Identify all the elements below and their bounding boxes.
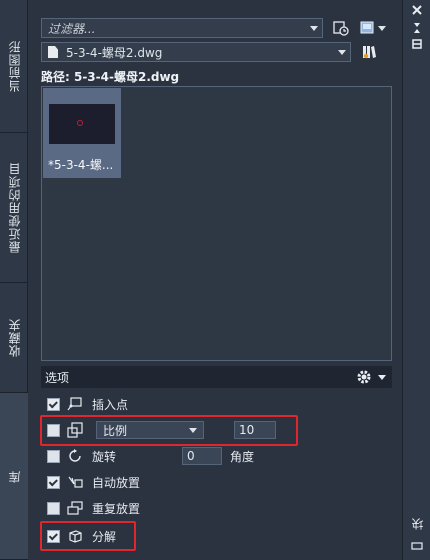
right-title-strip: 块 bbox=[402, 0, 430, 560]
path-label: 路径: 5-3-4-螺母2.dwg bbox=[41, 70, 180, 84]
auto-place-checkbox[interactable] bbox=[47, 475, 60, 489]
options-area: 插入点 比例 10 旋转 0 角度 自动放置 重复放置 分解 bbox=[40, 388, 392, 553]
rotation-value: 0 bbox=[187, 449, 195, 463]
file-select[interactable]: 5-3-4-螺母2.dwg bbox=[41, 42, 351, 62]
tab-library-label: 库 bbox=[7, 469, 22, 483]
load-file-icon[interactable] bbox=[331, 18, 351, 38]
block-preview-image bbox=[49, 104, 115, 144]
rotation-row: 旋转 0 角度 bbox=[47, 446, 254, 466]
chevron-down-icon bbox=[338, 50, 346, 55]
filter-input[interactable]: 过滤器... bbox=[41, 18, 323, 38]
auto-hide-icon[interactable] bbox=[410, 22, 424, 36]
scale-highlight-box bbox=[40, 415, 298, 446]
browse-library-icon[interactable] bbox=[359, 42, 379, 62]
grip-icon[interactable] bbox=[410, 540, 424, 554]
rotation-checkbox[interactable] bbox=[47, 449, 60, 463]
nut-symbol-icon bbox=[77, 120, 83, 126]
repeat-place-row: 重复放置 bbox=[47, 498, 140, 518]
rotation-unit: 角度 bbox=[230, 449, 255, 464]
repeat-place-checkbox[interactable] bbox=[47, 501, 60, 515]
insertion-point-row: 插入点 bbox=[47, 394, 128, 414]
insertion-point-icon bbox=[66, 396, 84, 412]
block-thumbnail-label: *5-3-4-螺... bbox=[48, 158, 114, 172]
block-thumbnail[interactable]: *5-3-4-螺... bbox=[43, 88, 121, 178]
block-gallery: *5-3-4-螺... bbox=[41, 86, 392, 361]
filter-placeholder: 过滤器... bbox=[48, 21, 96, 36]
file-select-value: 5-3-4-螺母2.dwg bbox=[66, 45, 163, 60]
repeat-place-icon bbox=[66, 500, 84, 516]
tab-library[interactable]: 库 bbox=[0, 393, 28, 560]
close-icon[interactable] bbox=[410, 4, 424, 18]
options-title: 选项 bbox=[45, 370, 70, 385]
tab-current-drawing[interactable]: 当前图形 bbox=[0, 0, 28, 133]
repeat-place-label: 重复放置 bbox=[92, 501, 141, 516]
chevron-down-icon bbox=[378, 374, 386, 380]
tab-recent-items[interactable]: 最近使用的项目 bbox=[0, 133, 28, 283]
options-header: 选项 bbox=[41, 366, 392, 388]
blocks-panel: 过滤器... 5-3-4-螺母2.dwg 路径: 5-3-4-螺母2.dwg *… bbox=[33, 8, 393, 553]
properties-icon[interactable] bbox=[410, 38, 424, 52]
left-tab-strip: 当前图形 最近使用的项目 收藏夹 库 bbox=[0, 0, 28, 560]
options-settings-button[interactable] bbox=[356, 369, 386, 385]
explode-highlight-box bbox=[40, 521, 136, 551]
tab-favorites-label: 收藏夹 bbox=[7, 318, 22, 357]
auto-place-label: 自动放置 bbox=[92, 475, 141, 490]
auto-place-row: 自动放置 bbox=[47, 472, 140, 492]
view-thumbnail-icon[interactable] bbox=[359, 18, 389, 38]
insertion-point-label: 插入点 bbox=[92, 397, 129, 412]
rotation-label: 旋转 bbox=[92, 449, 117, 464]
insertion-point-checkbox[interactable] bbox=[47, 397, 60, 411]
rotation-value-input[interactable]: 0 bbox=[182, 447, 222, 465]
tab-current-drawing-label: 当前图形 bbox=[7, 40, 22, 92]
chevron-down-icon bbox=[310, 26, 318, 31]
file-icon bbox=[48, 46, 58, 58]
tab-favorites[interactable]: 收藏夹 bbox=[0, 283, 28, 393]
auto-place-icon bbox=[66, 474, 84, 490]
palette-title: 块 bbox=[411, 518, 425, 530]
gear-icon bbox=[357, 370, 371, 384]
rotation-icon bbox=[66, 448, 84, 464]
tab-recent-items-label: 最近使用的项目 bbox=[7, 162, 22, 253]
